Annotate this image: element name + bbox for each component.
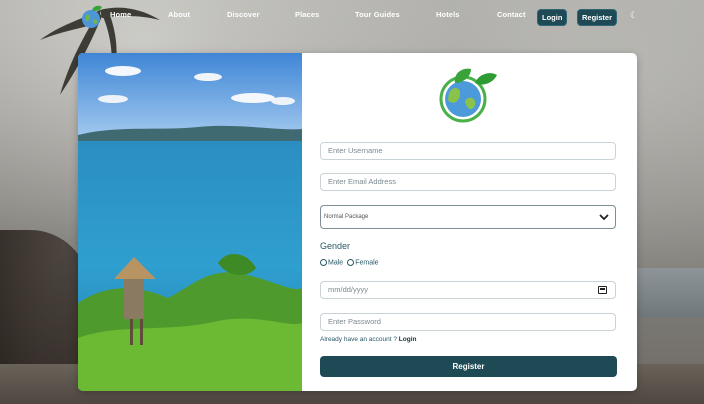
- nav-login-button[interactable]: Login: [537, 9, 568, 26]
- register-card: Enter Username Enter Email Address Norma…: [78, 53, 637, 391]
- top-nav: Home About Discover Places Tour Guides H…: [78, 4, 638, 30]
- nav-hotels[interactable]: Hotels: [436, 10, 460, 19]
- register-button[interactable]: Register: [320, 356, 617, 377]
- register-form: Enter Username Enter Email Address Norma…: [302, 53, 637, 391]
- date-placeholder: mm/dd/yyyy: [328, 285, 369, 294]
- nav-contact[interactable]: Contact: [497, 10, 526, 19]
- female-label: Female: [355, 259, 379, 267]
- calendar-icon[interactable]: [598, 286, 607, 294]
- gender-label: Gender: [320, 241, 351, 251]
- globe-logo-icon[interactable]: [78, 4, 104, 30]
- email-input[interactable]: Enter Email Address: [320, 173, 616, 191]
- radio-male[interactable]: [320, 259, 327, 266]
- nav-tour-guides[interactable]: Tour Guides: [355, 10, 400, 19]
- nav-register-button[interactable]: Register: [577, 9, 618, 26]
- lake-photo: [78, 53, 302, 391]
- radio-female[interactable]: [347, 259, 355, 266]
- package-selected-value: Normal Package: [324, 214, 369, 220]
- nav-home[interactable]: Home: [110, 10, 131, 19]
- chevron-down-icon: [599, 214, 609, 221]
- gender-male-option[interactable]: Male: [320, 259, 343, 266]
- sea-background: [634, 268, 704, 318]
- date-input[interactable]: mm/dd/yyyy: [320, 281, 616, 299]
- hut-silhouette: [0, 230, 90, 380]
- gender-radio-group: Male Female: [320, 259, 379, 266]
- male-label: Male: [328, 259, 344, 267]
- already-text: Already have an account ?: [320, 336, 397, 343]
- moon-icon[interactable]: ☾: [630, 10, 638, 21]
- login-prompt: Already have an account ? Login: [320, 336, 416, 343]
- nav-discover[interactable]: Discover: [227, 10, 260, 19]
- login-link[interactable]: Login: [399, 336, 417, 343]
- username-input[interactable]: Enter Username: [320, 142, 616, 160]
- nav-places[interactable]: Places: [295, 10, 319, 19]
- earth-leaf-logo-icon: [439, 68, 497, 123]
- password-input[interactable]: Enter Password: [320, 313, 616, 331]
- package-select[interactable]: Normal Package: [320, 205, 616, 229]
- gender-female-option[interactable]: Female: [347, 259, 379, 267]
- nav-about[interactable]: About: [168, 10, 190, 19]
